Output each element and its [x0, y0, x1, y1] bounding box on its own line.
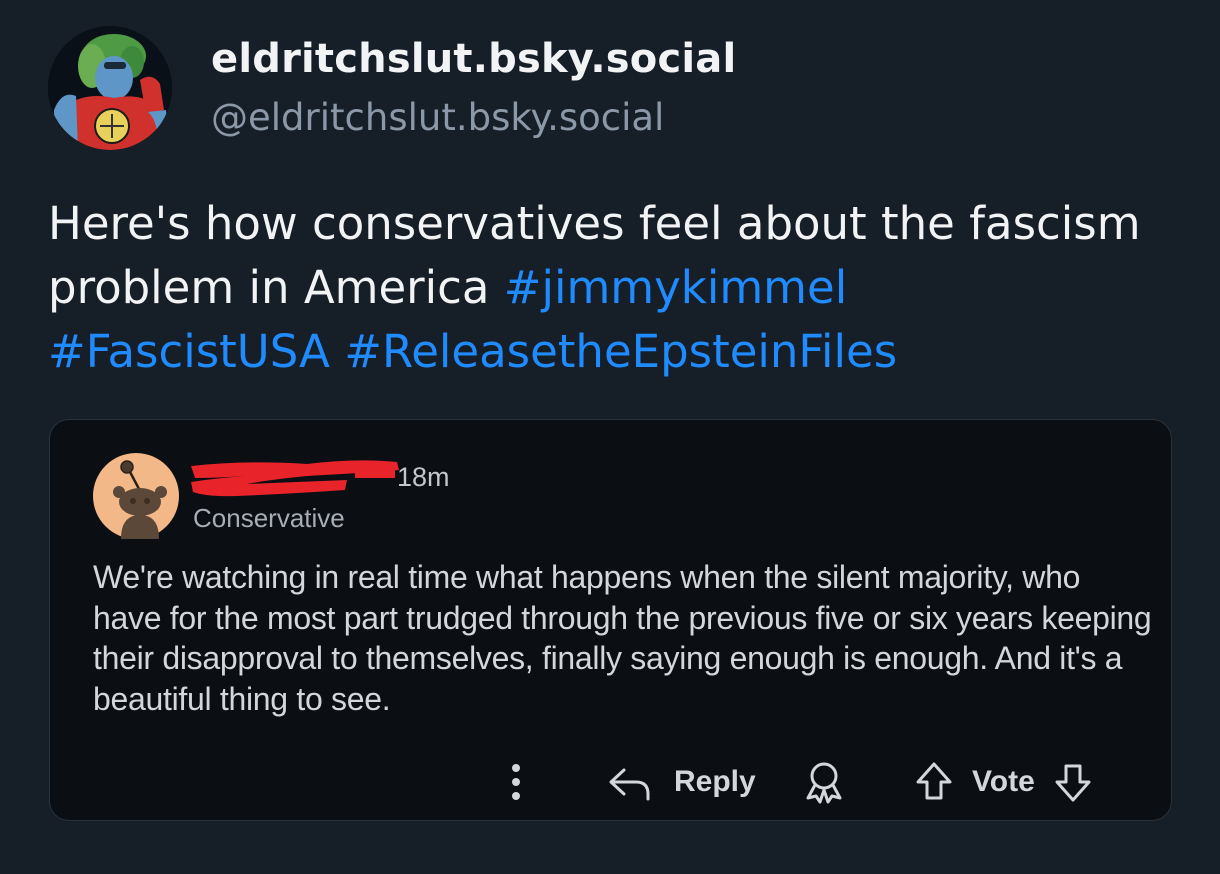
- award-icon[interactable]: [803, 760, 845, 804]
- hashtag-link[interactable]: #jimmykimmel: [504, 261, 847, 314]
- vote-control: Vote: [914, 760, 1093, 804]
- redacted-username: [191, 460, 399, 497]
- commenter-avatar: [93, 453, 179, 539]
- reply-button[interactable]: Reply: [606, 762, 756, 802]
- upvote-arrow-icon[interactable]: [914, 760, 954, 804]
- subreddit-name: Conservative: [193, 503, 345, 533]
- author-display-name[interactable]: eldritchslut.bsky.social: [211, 36, 736, 82]
- post-text: Here's how conservatives feel about the …: [48, 192, 1188, 384]
- reply-arrow-icon: [606, 762, 652, 802]
- vertical-ellipsis-icon[interactable]: [509, 762, 523, 802]
- author-avatar[interactable]: [48, 26, 172, 150]
- hashtag-link[interactable]: #ReleasetheEpsteinFiles: [344, 325, 897, 378]
- author-handle[interactable]: @eldritchslut.bsky.social: [211, 96, 664, 139]
- bluesky-post: eldritchslut.bsky.social @eldritchslut.b…: [0, 0, 1220, 874]
- comment-actions: Reply Vote: [50, 750, 1171, 814]
- reply-label: Reply: [674, 765, 756, 798]
- hashtag-link[interactable]: #FascistUSA: [48, 325, 330, 378]
- downvote-arrow-icon[interactable]: [1053, 760, 1093, 804]
- snoo-avatar-icon: [93, 453, 179, 539]
- vote-label: Vote: [972, 765, 1035, 798]
- embedded-image[interactable]: 18m Conservative We're watching in real …: [49, 419, 1172, 821]
- comment-text: We're watching in real time what happens…: [93, 559, 1152, 717]
- author-avatar-image: [48, 26, 172, 150]
- comment-timestamp: 18m: [397, 462, 450, 492]
